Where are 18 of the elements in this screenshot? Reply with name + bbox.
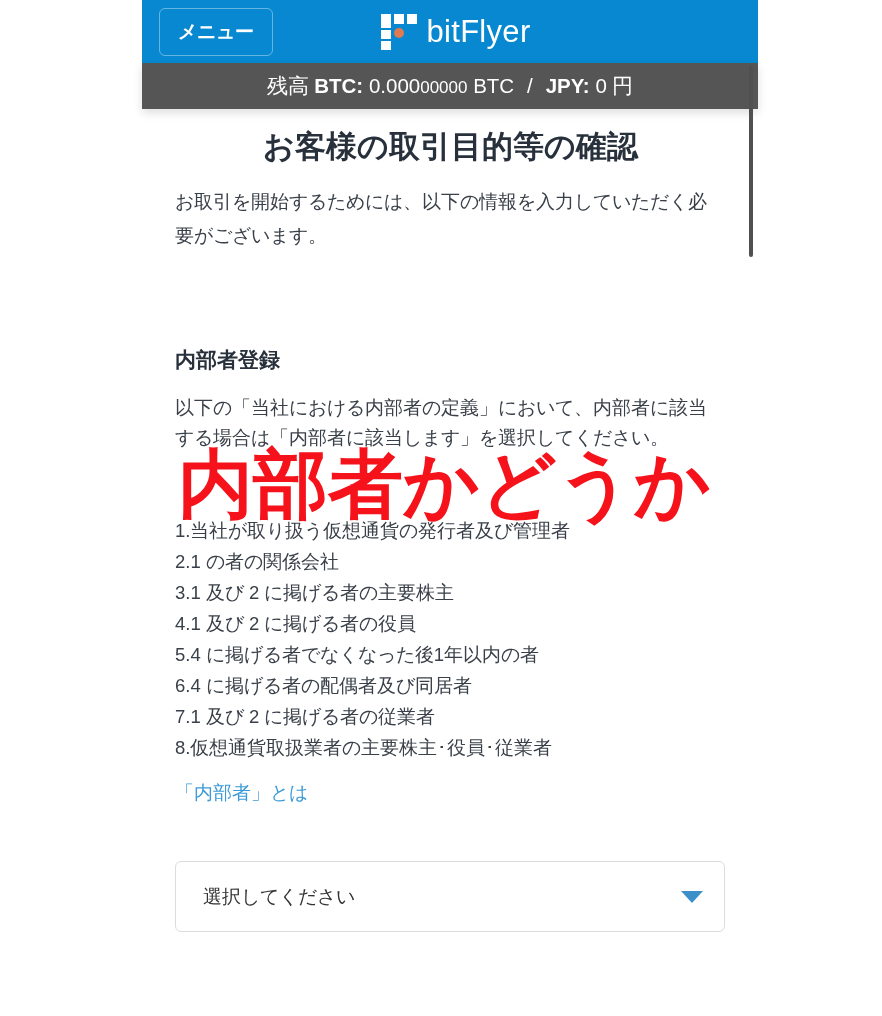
- definition-item: 4.1 及び 2 に掲げる者の役員: [175, 612, 418, 636]
- definition-item: 5.4 に掲げる者でなくなった後1年以内の者: [175, 643, 541, 667]
- page-title: お客様の取引目的等の確認: [261, 128, 640, 166]
- definition-item: 6.4 に掲げる者の配偶者及び同居者: [175, 674, 473, 698]
- logo-icon: [381, 13, 418, 50]
- insider-link[interactable]: 「内部者」とは: [175, 777, 308, 808]
- brand-name: bitFlyer: [426, 16, 531, 47]
- definition-item: 2.1 の者の関係会社: [175, 550, 340, 574]
- caret-down-icon: [681, 890, 703, 903]
- menu-button[interactable]: メニュー: [159, 7, 273, 56]
- balance-text: 残高 BTC: 0.00000000 BTC / JPY: 0 円: [266, 73, 634, 99]
- select-dropdown[interactable]: 選択してください: [175, 861, 725, 932]
- section-heading: 内部者登録: [175, 347, 281, 373]
- definition-item: 3.1 及び 2 に掲げる者の主要株主: [175, 581, 456, 605]
- definition-item: 7.1 及び 2 に掲げる者の従業者: [175, 705, 437, 729]
- definition-item: 8.仮想通貨取扱業者の主要株主･役員･従業者: [175, 736, 554, 760]
- intro-paragraph: お取引を開始するためには、以下の情報を入力していただく必要がございます。: [175, 190, 708, 248]
- scroll-bar[interactable]: [749, 65, 753, 257]
